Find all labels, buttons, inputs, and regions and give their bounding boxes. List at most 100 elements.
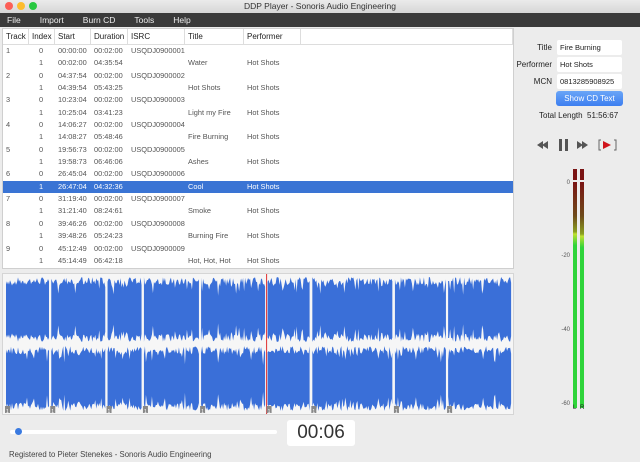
table-row[interactable]: 9 0 45:12:49 00:02:00 USQDJ0900009 — [3, 243, 513, 255]
table-cell: Burning Fire — [188, 231, 229, 241]
table-cell: 14:08:27 — [58, 132, 87, 142]
table-cell: Ashes — [188, 157, 209, 167]
table-cell: 03:41:23 — [94, 107, 123, 117]
status-bar: Registered to Pieter Stenekes - Sonoris … — [9, 450, 212, 459]
table-row[interactable]: 1 10:25:04 03:41:23 Light my Fire Hot Shots — [3, 107, 513, 119]
performer-field[interactable]: Hot Shots — [557, 57, 622, 72]
menu-file[interactable]: File — [7, 13, 21, 27]
waveform-track[interactable]: 1 — [200, 277, 266, 415]
table-cell — [185, 119, 244, 131]
table-cell: USQDJ0900002 — [131, 70, 185, 80]
position-slider[interactable] — [10, 428, 277, 435]
waveform-channel — [394, 277, 446, 342]
table-row[interactable]: 7 0 31:19:40 00:02:00 USQDJ0900007 — [3, 193, 513, 205]
play-selection-icon[interactable] — [598, 139, 617, 151]
table-cell: 26:45:04 — [58, 169, 87, 179]
table-cell: 0 — [39, 46, 44, 55]
transport-controls — [537, 139, 617, 151]
table-cell: 00:02:00 — [94, 194, 123, 204]
table-cell: 1 — [39, 181, 44, 191]
waveform-track[interactable]: 1 — [393, 277, 446, 415]
track-table[interactable]: Track Index Start Duration ISRC Title Performe… — [2, 28, 514, 269]
table-cell: 08:24:61 — [94, 206, 123, 216]
table-cell — [185, 168, 244, 180]
table-row[interactable]: 2 0 04:37:54 00:02:00 USQDJ0900002 — [3, 70, 513, 82]
table-cell: 00:02:00 — [94, 95, 123, 105]
zoom-button[interactable] — [29, 2, 37, 10]
table-cell: 1 — [39, 231, 44, 241]
table-cell: Hot Shots — [247, 255, 280, 265]
meter-label-20: -20 — [561, 253, 570, 259]
table-row[interactable]: 1 26:47:04 04:32:36 Cool Hot Shots — [3, 180, 513, 194]
table-cell — [185, 94, 244, 106]
table-cell — [244, 168, 301, 180]
table-row[interactable]: 5 0 19:56:73 00:02:00 USQDJ0900005 — [3, 144, 513, 156]
table-row[interactable]: 3 0 10:23:04 00:02:00 USQDJ0900003 — [3, 94, 513, 106]
table-cell: USQDJ0900003 — [131, 95, 185, 105]
waveform-track[interactable]: 1 — [447, 277, 512, 415]
index-marker-label: 1 — [448, 409, 451, 414]
table-row[interactable]: 1 00:02:00 04:35:54 Water Hot Shots — [3, 57, 513, 69]
table-row[interactable]: 1 39:48:26 05:24:23 Burning Fire Hot Shots — [3, 230, 513, 242]
table-row[interactable]: 1 31:21:40 08:24:61 Smoke Hot Shots — [3, 205, 513, 217]
column-header[interactable]: ISRC — [128, 29, 185, 44]
show-cd-text-button[interactable]: Show CD Text — [556, 91, 623, 106]
table-cell: Hot Shots — [188, 83, 221, 93]
column-header[interactable]: Index — [29, 29, 55, 44]
channel-label-left: L — [573, 405, 577, 411]
waveform-track[interactable]: 1 — [311, 277, 393, 415]
table-row[interactable]: 8 0 39:46:26 00:02:00 USQDJ0900008 — [3, 218, 513, 230]
waveform-channel — [51, 346, 106, 411]
column-header[interactable]: Duration — [91, 29, 128, 44]
title-bar: DDP Player - Sonoris Audio Engineering — [0, 0, 640, 13]
menu-tools[interactable]: Tools — [134, 13, 154, 27]
menu-import[interactable]: Import — [40, 13, 64, 27]
total-length-label: Total Length — [539, 111, 583, 120]
waveform-track[interactable]: 1 — [5, 277, 49, 415]
table-cell — [185, 243, 244, 255]
slider-knob[interactable] — [15, 428, 23, 435]
table-cell — [244, 193, 301, 205]
table-cell — [128, 57, 185, 69]
table-cell: 0 — [39, 218, 44, 228]
table-row[interactable]: 1 45:14:49 06:42:18 Hot, Hot, Hot Hot Shots — [3, 255, 513, 267]
waveform-track[interactable]: 1 — [50, 277, 106, 415]
column-header[interactable]: Start — [55, 29, 91, 44]
table-cell: 04:35:54 — [94, 58, 123, 68]
fast-forward-icon[interactable] — [577, 141, 588, 149]
table-row[interactable]: 1 19:58:73 06:46:06 Ashes Hot Shots — [3, 156, 513, 168]
column-header[interactable]: Performer — [244, 29, 301, 44]
waveform-track[interactable]: 1 — [266, 277, 310, 415]
table-cell — [244, 119, 301, 131]
waveform-view[interactable]: 1 1 1 1 1 1 1 1 1 — [2, 273, 514, 415]
rewind-icon[interactable] — [537, 141, 548, 149]
menu-help[interactable]: Help — [173, 13, 190, 27]
table-cell: 3 — [6, 95, 11, 105]
menu-burn-cd[interactable]: Burn CD — [83, 13, 116, 27]
table-row[interactable]: 1 14:08:27 05:48:46 Fire Burning Hot Shots — [3, 131, 513, 143]
table-cell: USQDJ0900009 — [131, 243, 185, 253]
column-header[interactable] — [301, 29, 513, 44]
waveform-track[interactable]: 1 — [106, 277, 142, 415]
waveform-track[interactable]: 1 — [142, 277, 199, 415]
table-cell: 1 — [6, 46, 11, 55]
table-cell: 04:32:36 — [94, 181, 123, 191]
table-cell — [3, 82, 29, 94]
column-header[interactable]: Title — [185, 29, 244, 44]
table-row[interactable]: 1 0 00:00:00 00:02:00 USQDJ0900001 — [3, 45, 513, 57]
column-header[interactable]: Track — [3, 29, 29, 44]
table-cell: 45:12:49 — [58, 243, 87, 253]
mcn-field[interactable]: 0813285908925 — [557, 74, 622, 89]
close-button[interactable] — [5, 2, 13, 10]
table-row[interactable]: 4 0 14:06:27 00:02:00 USQDJ0900004 — [3, 119, 513, 131]
minimize-button[interactable] — [17, 2, 25, 10]
table-row[interactable]: 1 04:39:54 05:43:25 Hot Shots Hot Shots — [3, 82, 513, 94]
table-cell: 10:25:04 — [58, 107, 87, 117]
title-field[interactable]: Fire Burning — [557, 40, 622, 55]
table-row[interactable]: 6 0 26:45:04 00:02:00 USQDJ0900006 — [3, 168, 513, 180]
table-cell: 8 — [6, 218, 11, 228]
table-cell — [3, 156, 29, 168]
table-cell: 00:02:00 — [94, 120, 123, 130]
table-cell: Hot Shots — [247, 107, 280, 117]
pause-icon[interactable] — [559, 139, 568, 151]
